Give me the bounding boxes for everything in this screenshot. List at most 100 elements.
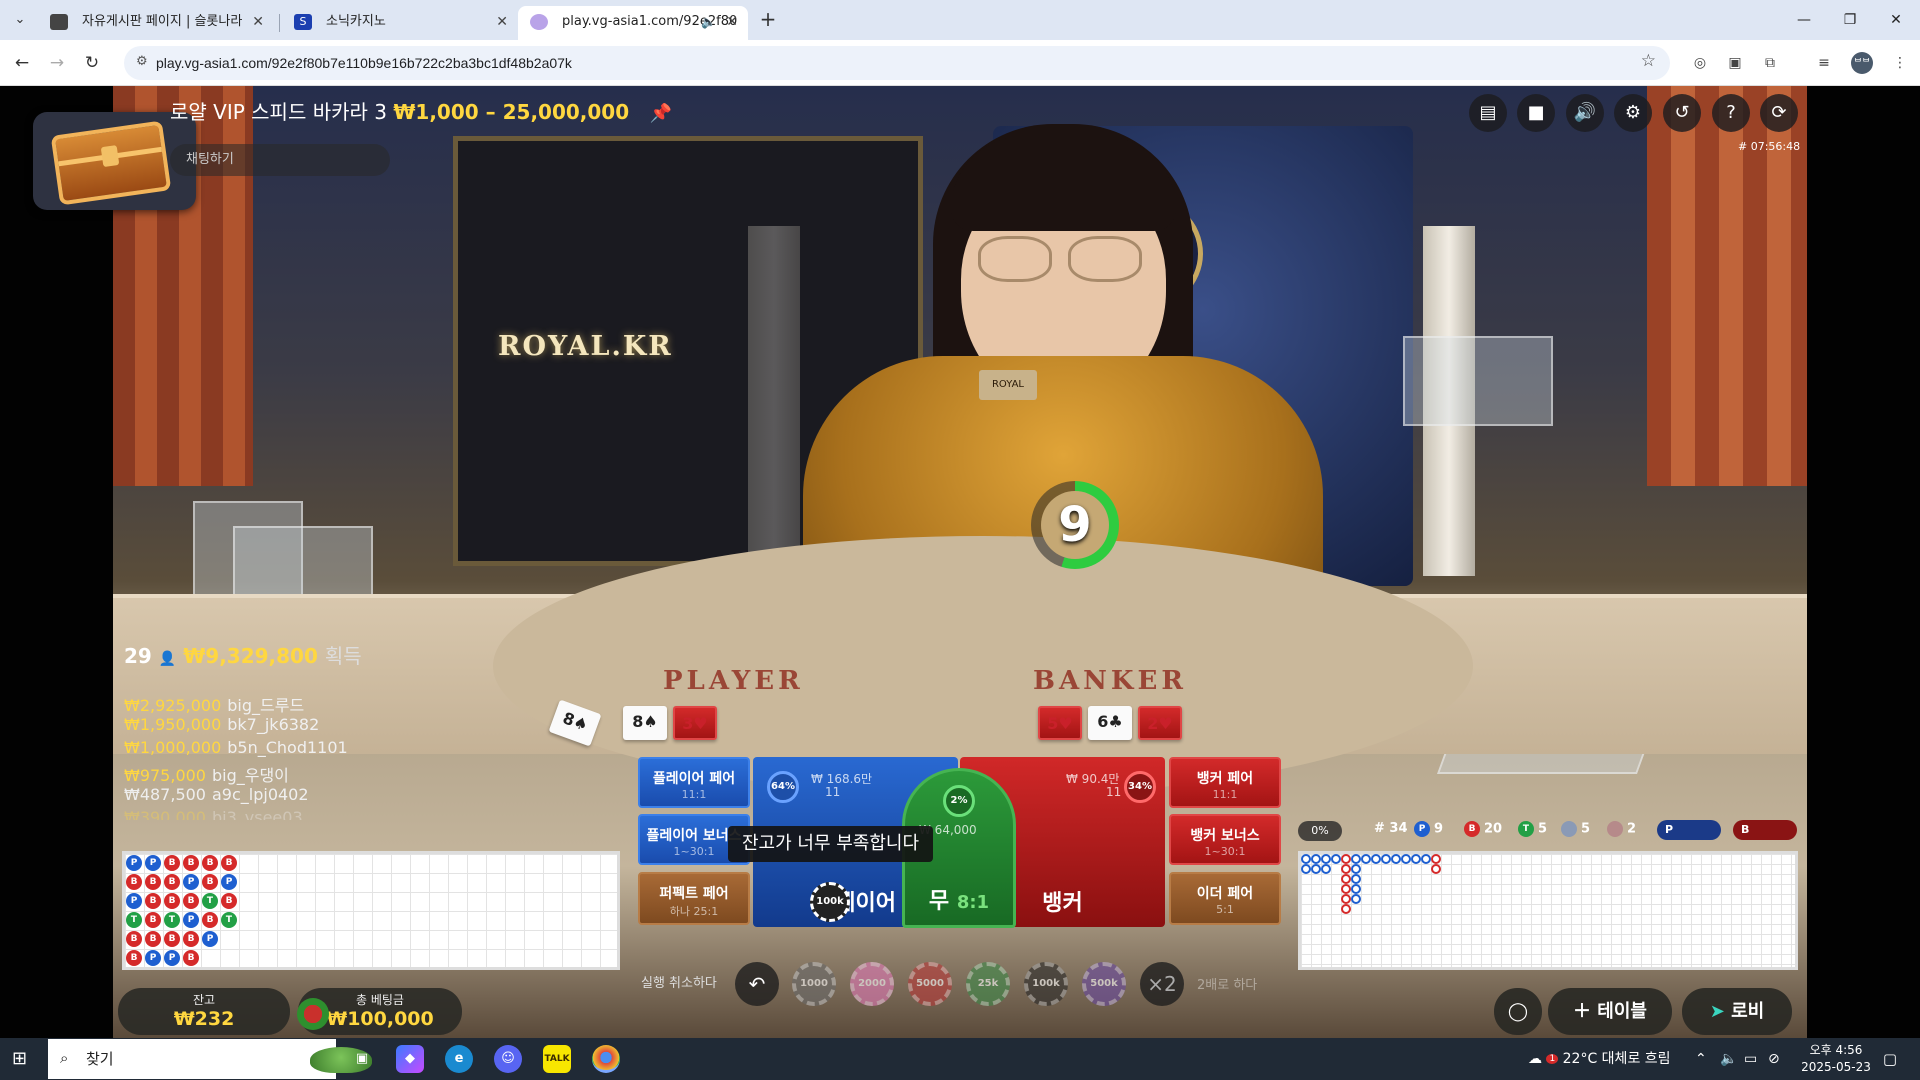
pillar — [748, 226, 800, 576]
bead-b: B — [202, 855, 218, 871]
extensions-puzzle-icon[interactable]: ⧉ — [1758, 51, 1782, 75]
undo-icon[interactable]: ↶ — [735, 962, 779, 1006]
fullscreen-icon[interactable]: ⟳ — [1760, 94, 1798, 132]
extension-1-icon[interactable]: ◎ — [1688, 51, 1712, 75]
player-ask-button[interactable]: P — [1657, 820, 1721, 840]
close-icon[interactable]: ✕ — [726, 6, 738, 38]
chip-100k[interactable]: 100k — [1024, 962, 1068, 1006]
chat-input[interactable]: 채팅하기 — [170, 144, 390, 176]
big-road[interactable] — [1298, 851, 1798, 970]
copilot-icon[interactable]: ◆ — [396, 1045, 424, 1073]
clock[interactable]: 오후 4:56 2025-05-23 — [1796, 1042, 1876, 1076]
vpn-icon[interactable]: ⊘ — [1768, 1038, 1780, 1080]
tab-search-button[interactable]: ⌄ — [8, 8, 32, 32]
volume-icon[interactable]: 🔊 — [1566, 94, 1604, 132]
bead-b: B — [126, 950, 142, 966]
site-info-icon[interactable]: ⚙ — [136, 54, 148, 69]
speaker-tray-icon[interactable]: 🔈 — [1720, 1038, 1737, 1080]
player-ring — [1301, 854, 1311, 864]
restore-button[interactable]: ❐ — [1830, 8, 1870, 32]
chat-icon[interactable]: ▤ — [1469, 94, 1507, 132]
banker-percentage: 34% — [1124, 771, 1156, 803]
close-icon[interactable]: ✕ — [252, 6, 264, 38]
chip-500k[interactable]: 500k — [1082, 962, 1126, 1006]
winner-row: ₩2,925,000 big_드루드 — [124, 696, 305, 715]
winner-row: ₩487,500 a9c_lpj0402 — [124, 785, 309, 804]
extension-2-icon[interactable]: ▣ — [1723, 51, 1747, 75]
windows-start-icon[interactable]: ⊞ — [12, 1048, 34, 1070]
balance-value: ₩232 — [173, 1008, 235, 1030]
winners-count: 29 — [124, 644, 152, 668]
banker-pair-count: 2 — [1607, 821, 1636, 841]
history-icon[interactable]: ↺ — [1663, 94, 1701, 132]
chip-5000[interactable]: 5000 — [908, 962, 952, 1006]
table-print-banker: BANKER — [1033, 666, 1187, 696]
sonic-favicon-icon: S — [294, 14, 312, 30]
perfect-pair-bet[interactable]: 퍼펙트 페어 하나 25:1 — [638, 872, 750, 925]
taskbar-search[interactable]: ⌕ 찾기 — [48, 1039, 372, 1079]
weather-widget[interactable]: ☁ 1 22°C 대체로 흐림 — [1528, 1038, 1671, 1080]
bead-t: T — [126, 912, 142, 928]
close-window-button[interactable]: ✕ — [1876, 8, 1916, 32]
close-icon[interactable]: ✕ — [496, 6, 508, 38]
banker-pair-bet[interactable]: 뱅커 페어 11:1 — [1169, 757, 1281, 808]
bead-b: B — [183, 855, 199, 871]
help-icon[interactable]: ? — [1712, 94, 1750, 132]
bead-b: B — [183, 931, 199, 947]
omnibox[interactable]: ⚙ play.vg-asia1.com/92e2f80b7e110b9e16b7… — [124, 46, 1670, 80]
tab-sonic-casino[interactable]: S 소닉카지노 ✕ — [282, 6, 518, 40]
player-ring — [1331, 854, 1341, 864]
browser-menu-icon[interactable]: ⋮ — [1888, 51, 1912, 75]
chip-2000[interactable]: 2000 — [850, 962, 894, 1006]
tab-game[interactable]: play.vg-asia1.com/92e2f80 🔈 ✕ — [518, 6, 748, 40]
double-label: 2배로 하다 — [1197, 978, 1258, 993]
chip-25k[interactable]: 25k — [966, 962, 1010, 1006]
back-icon[interactable]: ← — [10, 51, 34, 75]
lobby-icon: ➤ — [1709, 1001, 1725, 1022]
media-controls-icon[interactable]: ≡ — [1812, 51, 1836, 75]
player-ring — [1381, 854, 1391, 864]
tab-slotnara[interactable]: 자유게시판 페이지 | 슬롯나라 ✕ — [38, 6, 274, 40]
profile-avatar[interactable]: ᄇᄇ — [1851, 52, 1873, 74]
kakaotalk-icon[interactable]: TALK — [543, 1045, 571, 1073]
winners-summary: 29 👤 ₩9,329,800 획득 — [124, 640, 362, 669]
network-icon[interactable]: ▭ — [1744, 1038, 1757, 1080]
banker-ask-button[interactable]: B — [1733, 820, 1797, 840]
either-pair-bet[interactable]: 이더 페어 5:1 — [1169, 872, 1281, 925]
tray-chevron-icon[interactable]: ⌃ — [1695, 1038, 1707, 1080]
discord-icon[interactable]: ☺ — [494, 1045, 522, 1073]
table-button[interactable]: ＋ 테이블 — [1548, 988, 1672, 1035]
player-pair-bet[interactable]: 플레이어 페어 11:1 — [638, 757, 750, 808]
lobby-button[interactable]: ➤ 로비 — [1682, 988, 1792, 1035]
forward-icon[interactable]: → — [45, 51, 69, 75]
undo-label: 실행 취소하다 — [641, 976, 717, 991]
balance-display: 잔고 ₩232 — [118, 988, 290, 1035]
banker-ring — [1341, 884, 1351, 894]
double-icon[interactable]: ×2 — [1140, 962, 1184, 1006]
edge-icon[interactable]: e — [445, 1045, 473, 1073]
chip-1000[interactable]: 1000 — [792, 962, 836, 1006]
banker-ring — [1341, 864, 1351, 874]
chrome-icon[interactable] — [592, 1045, 620, 1073]
video-toggle-icon[interactable]: ◯ — [1494, 988, 1542, 1035]
reload-icon[interactable]: ↻ — [80, 51, 104, 75]
video-icon[interactable]: ■ — [1517, 94, 1555, 132]
pin-icon[interactable]: 📌 — [650, 103, 672, 124]
banker-card: 5♥ — [1038, 706, 1082, 740]
search-icon: ⌕ — [60, 1049, 69, 1067]
bookmark-star-icon[interactable]: ☆ — [1641, 51, 1656, 71]
countdown-timer: 9 — [1031, 481, 1119, 569]
cloud-icon: ☁ — [1528, 1051, 1542, 1067]
bead-road[interactable]: PPBBBBBBBPBPPBBBTBTBTPBTBBBBPBPPB — [122, 851, 620, 970]
minimize-button[interactable]: — — [1784, 8, 1824, 32]
new-tab-button[interactable]: + — [756, 8, 780, 32]
game-favicon-icon — [530, 14, 548, 30]
task-view-icon[interactable]: ▣ — [348, 1045, 376, 1073]
banker-bonus-bet[interactable]: 뱅커 보너스 1~30:1 — [1169, 814, 1281, 865]
settings-gear-icon[interactable]: ⚙ — [1614, 94, 1652, 132]
speaker-icon[interactable]: 🔈 — [701, 6, 716, 38]
bead-p: P — [221, 874, 237, 890]
table-print-player: PLAYER — [663, 666, 804, 696]
url-text[interactable]: play.vg-asia1.com/92e2f80b7e110b9e16b722… — [156, 46, 572, 80]
notification-icon[interactable]: ▢ — [1878, 1047, 1902, 1071]
